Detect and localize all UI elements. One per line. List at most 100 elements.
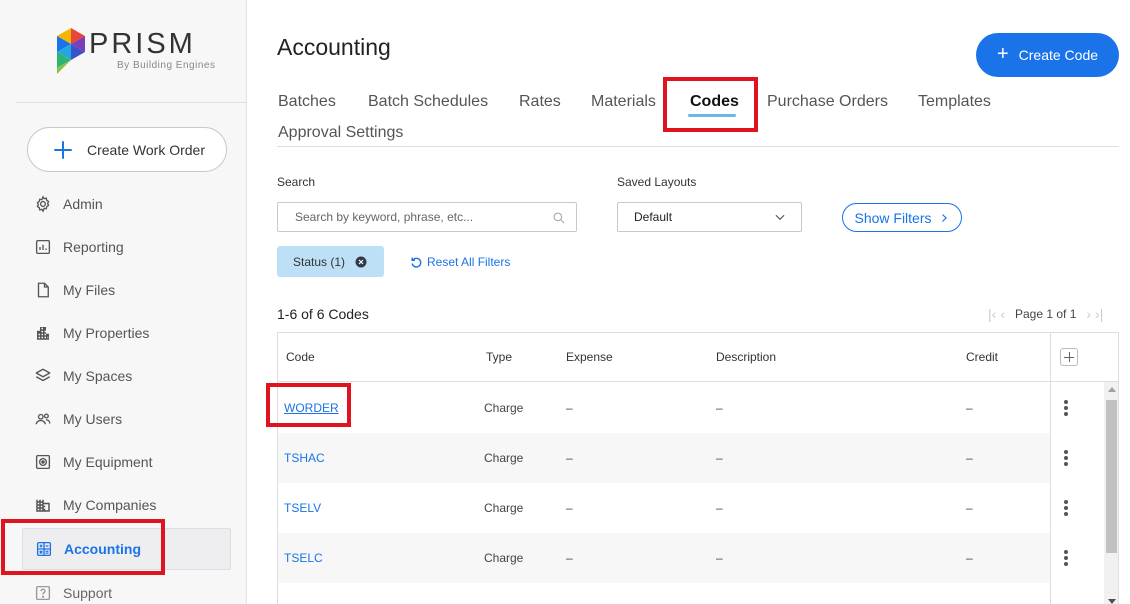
column-header-expense[interactable]: Expense [566, 350, 613, 364]
sidebar-item-my-files[interactable]: My Files [22, 269, 231, 311]
prism-logo[interactable]: PRISM By Building Engines [57, 28, 215, 74]
search-field [277, 202, 577, 232]
chevron-down-icon [775, 214, 785, 221]
prism-logo-icon [57, 28, 85, 74]
create-work-order-label: Create Work Order [87, 141, 205, 158]
status-filter-label: Status (1) [293, 254, 346, 269]
sidebar-item-label: My Users [63, 411, 123, 427]
description-cell: – [716, 501, 723, 515]
results-count: 1-6 of 6 Codes [277, 306, 369, 322]
tab-batches[interactable]: Batches [278, 93, 336, 111]
column-header-credit[interactable]: Credit [966, 350, 998, 364]
table-scrollbar[interactable] [1104, 382, 1118, 604]
tab-codes[interactable]: Codes [690, 93, 739, 111]
code-link[interactable]: WORDER [284, 401, 339, 415]
reset-icon [411, 257, 422, 268]
sidebar-item-my-properties[interactable]: My Properties [22, 312, 231, 354]
sidebar-item-label: Reporting [63, 239, 124, 255]
reset-all-filters-link[interactable]: Reset All Filters [410, 255, 510, 269]
description-cell: – [716, 401, 723, 415]
file-icon [34, 281, 52, 299]
last-page-icon[interactable]: ›| [1095, 306, 1103, 322]
status-filter-chip[interactable]: Status (1) [277, 246, 384, 277]
calculator-icon [35, 540, 53, 558]
sidebar-item-my-users[interactable]: My Users [22, 398, 231, 440]
sidebar-item-admin[interactable]: Admin [22, 183, 231, 225]
prev-page-icon[interactable]: ‹ [1000, 306, 1005, 322]
active-tab-indicator [688, 114, 736, 117]
sidebar-item-label: Accounting [64, 541, 141, 557]
next-page-icon[interactable]: › [1086, 306, 1091, 322]
close-icon[interactable] [355, 256, 367, 268]
table-row: TSHAC Charge – – – [278, 433, 1050, 483]
create-code-button[interactable]: + Create Code [976, 33, 1119, 77]
row-actions-menu-icon[interactable] [1064, 450, 1068, 466]
column-header-code[interactable]: Code [286, 350, 315, 364]
column-header-description[interactable]: Description [716, 350, 776, 364]
tab-approval-settings[interactable]: Approval Settings [278, 124, 403, 142]
sidebar-item-label: My Equipment [63, 454, 153, 470]
type-cell: Charge [484, 401, 524, 415]
show-filters-label: Show Filters [854, 209, 932, 226]
sidebar-item-accounting[interactable]: Accounting [22, 528, 231, 570]
scroll-thumb[interactable] [1106, 400, 1117, 553]
gear-icon [34, 195, 52, 213]
create-code-label: Create Code [1018, 47, 1099, 63]
tab-rates[interactable]: Rates [519, 93, 561, 111]
show-filters-button[interactable]: Show Filters [842, 203, 962, 232]
code-link[interactable]: TSHAC [284, 451, 325, 465]
description-cell: – [716, 551, 723, 565]
tab-batch-schedules[interactable]: Batch Schedules [368, 93, 488, 111]
sidebar: PRISM By Building Engines Create Work Or… [0, 0, 247, 604]
saved-layouts-value: Default [634, 210, 673, 224]
plus-icon: + [996, 43, 1009, 65]
sidebar-item-support[interactable]: Support [22, 572, 231, 604]
sidebar-item-label: My Properties [63, 325, 150, 341]
sidebar-item-my-equipment[interactable]: My Equipment [22, 441, 231, 483]
code-link[interactable]: TSELV [284, 501, 321, 515]
row-actions-menu-icon[interactable] [1064, 400, 1068, 416]
scroll-down-arrow[interactable] [1108, 599, 1116, 604]
tab-templates[interactable]: Templates [918, 93, 991, 111]
sidebar-item-label: My Companies [63, 497, 157, 513]
building-icon [34, 324, 52, 342]
create-work-order-button[interactable]: Create Work Order [27, 127, 227, 172]
column-header-type[interactable]: Type [486, 350, 512, 364]
table-row: TSELV Charge – – – [278, 483, 1050, 533]
sidebar-item-label: Support [63, 585, 113, 601]
tab-materials[interactable]: Materials [591, 93, 656, 111]
type-cell: Charge [484, 451, 524, 465]
scroll-up-arrow[interactable] [1108, 387, 1116, 392]
code-link[interactable]: TSELC [284, 551, 323, 565]
sidebar-item-my-companies[interactable]: My Companies [22, 484, 231, 526]
first-page-icon[interactable]: |‹ [988, 306, 996, 322]
type-cell: Charge [484, 551, 524, 565]
brand-name: PRISM [89, 28, 196, 60]
table-row: TSELC Charge – – – [278, 533, 1050, 583]
plus-icon [54, 140, 72, 159]
codes-table: Code Type Expense Description Credit WOR… [277, 332, 1119, 604]
tabs-divider [277, 146, 1119, 147]
layers-icon [34, 367, 52, 385]
sidebar-item-reporting[interactable]: Reporting [22, 226, 231, 268]
credit-cell: – [966, 401, 973, 415]
row-actions-menu-icon[interactable] [1064, 500, 1068, 516]
type-cell: Charge [484, 501, 524, 515]
credit-cell: – [966, 501, 973, 515]
search-input[interactable] [295, 210, 545, 224]
search-icon[interactable] [552, 211, 566, 225]
saved-layouts-select[interactable]: Default [617, 202, 802, 232]
expense-cell: – [566, 451, 573, 465]
row-actions-menu-icon[interactable] [1064, 550, 1068, 566]
page-indicator: Page 1 of 1 [1014, 307, 1077, 321]
equipment-icon [34, 453, 52, 471]
expense-cell: – [566, 401, 573, 415]
users-icon [34, 410, 52, 428]
search-label: Search [277, 175, 316, 189]
sidebar-item-my-spaces[interactable]: My Spaces [22, 355, 231, 397]
sidebar-item-label: My Spaces [63, 368, 133, 384]
add-column-button[interactable] [1060, 348, 1078, 366]
report-icon [34, 238, 52, 256]
pagination: |‹ ‹ Page 1 of 1 › ›| [986, 306, 1105, 322]
tab-purchase-orders[interactable]: Purchase Orders [767, 93, 888, 111]
